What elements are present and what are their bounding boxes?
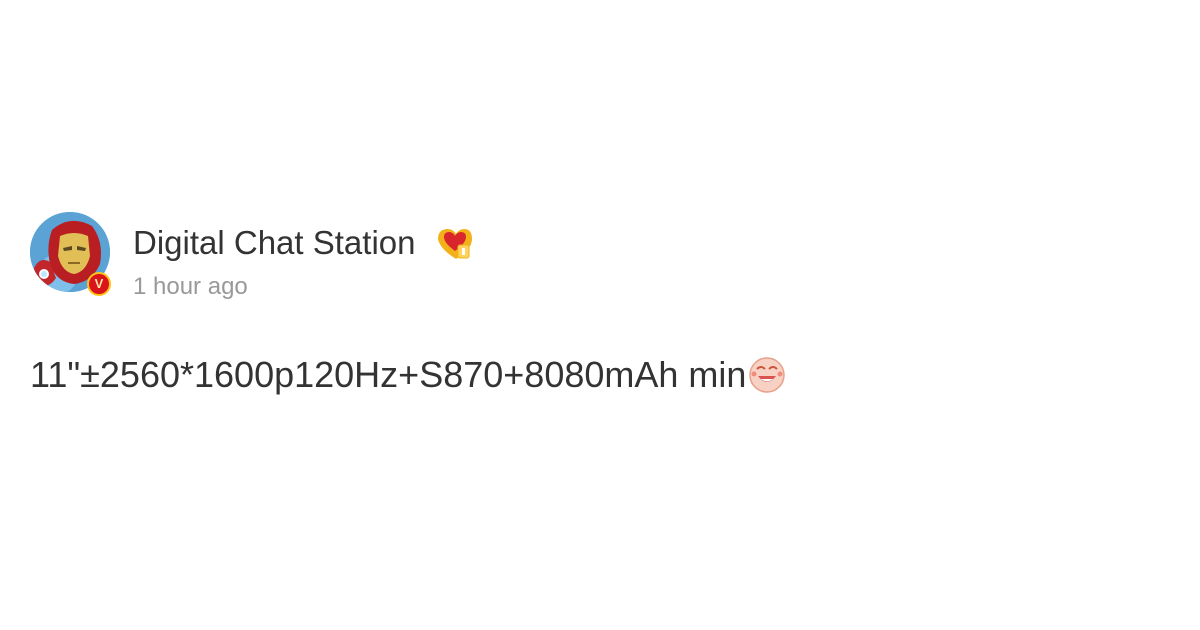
verified-badge: V	[87, 272, 111, 296]
laughing-face-emoji-icon	[748, 356, 786, 394]
post-timestamp: 1 hour ago	[133, 273, 248, 300]
author-name[interactable]: Digital Chat Station	[133, 224, 415, 261]
post-header: V Digital Chat Station 1 hour ago	[30, 212, 1170, 307]
post-text: 11"±2560*1600p120Hz+S870+8080mAh min	[30, 354, 747, 395]
post-content: 11"±2560*1600p120Hz+S870+8080mAh min	[30, 351, 786, 399]
heart-member-icon[interactable]	[432, 223, 474, 263]
avatar-container[interactable]: V	[30, 212, 114, 298]
author-row: Digital Chat Station	[133, 221, 474, 265]
feed-post: V Digital Chat Station 1 hour ago 11"±25…	[30, 212, 1170, 395]
